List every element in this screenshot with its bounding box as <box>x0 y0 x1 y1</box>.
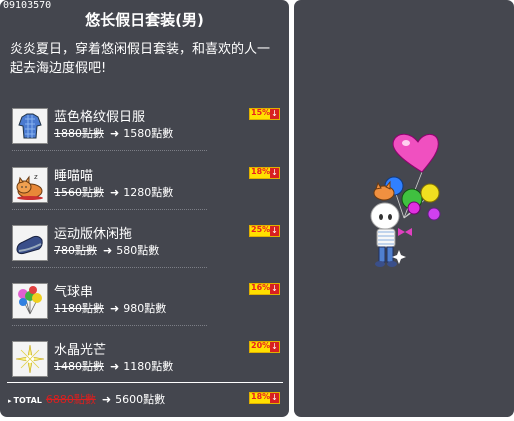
balloon-bunch-icon <box>12 283 48 319</box>
old-price: 1480點數 <box>54 360 104 373</box>
down-arrow-icon: ↓ <box>270 393 279 403</box>
package-info-panel: 09103570 悠长假日套装(男) 炎炎夏日，穿着悠闲假日套装，和喜欢的人一起… <box>0 0 289 417</box>
total-new-price: 5600點數 <box>115 393 166 406</box>
arrow-right-icon: ➜ <box>101 393 112 406</box>
divider <box>12 150 207 151</box>
down-arrow-icon: ↓ <box>270 284 279 294</box>
divider <box>12 267 207 268</box>
sleeping-cat-icon: z <box>12 167 48 203</box>
old-price: 1560點數 <box>54 186 104 199</box>
item-name: 水晶光芒 <box>54 343 107 358</box>
down-arrow-icon: ↓ <box>270 342 279 352</box>
discount-badge: 18% ↓ <box>249 167 280 179</box>
discount-badge: 15% ↓ <box>249 108 280 120</box>
item-name: 睡喵喵 <box>54 169 94 184</box>
divider <box>12 209 207 210</box>
character-preview-panel <box>294 0 514 417</box>
new-price: 1180點數 <box>123 360 174 373</box>
arrow-right-icon: ➜ <box>103 244 113 257</box>
down-arrow-icon: ↓ <box>270 168 279 178</box>
old-price: 1180點數 <box>54 302 104 315</box>
list-item: 水晶光芒 1480點數 ➜ 1180點數 20% ↓ <box>12 339 280 379</box>
item-name: 运动版休闲拖 <box>54 227 133 242</box>
total-row: ▸ TOTAL 6880點數 ➜ 5600點數 <box>8 391 165 407</box>
list-item: 气球串 1180點數 ➜ 980點數 16% ↓ <box>12 281 280 321</box>
list-item: z 睡喵喵 1560點數 ➜ 1280點數 18% ↓ <box>12 165 280 205</box>
discount-badge: 25% ↓ <box>249 225 280 237</box>
divider <box>12 325 207 326</box>
package-description: 炎炎夏日，穿着悠闲假日套装，和喜欢的人一起去海边度假吧! <box>10 42 271 76</box>
old-price: 1880點數 <box>54 127 104 140</box>
list-item: 运动版休闲拖 780點數 ➜ 580點數 25% ↓ <box>12 223 280 263</box>
package-title: 悠长假日套装(男) <box>85 11 204 29</box>
bullet-arrow-icon: ▸ <box>8 397 12 405</box>
total-old-price: 6880點數 <box>45 393 96 406</box>
new-price: 1280點數 <box>123 186 174 199</box>
svg-text:z: z <box>34 173 38 181</box>
item-name: 蓝色格纹假日服 <box>54 110 146 125</box>
down-arrow-icon: ↓ <box>270 226 279 236</box>
blue-plaid-shirt-icon <box>12 108 48 144</box>
character-preview-icon <box>370 133 441 267</box>
sneaker-icon <box>12 225 48 261</box>
total-label: TOTAL <box>13 396 42 405</box>
item-name: 气球串 <box>54 285 94 300</box>
list-item: 蓝色格纹假日服 1880點數 ➜ 1580點數 15% ↓ <box>12 106 280 146</box>
arrow-right-icon: ➜ <box>110 360 120 373</box>
total-discount-badge: 18% ↓ <box>249 392 280 404</box>
new-price: 1580點數 <box>123 127 174 140</box>
discount-badge: 20% ↓ <box>249 341 280 353</box>
crystal-sparkle-icon <box>12 341 48 377</box>
old-price: 780點數 <box>54 244 97 257</box>
arrow-right-icon: ➜ <box>110 186 120 199</box>
new-price: 980點數 <box>123 302 167 315</box>
arrow-right-icon: ➜ <box>110 302 120 315</box>
discount-badge: 16% ↓ <box>249 283 280 295</box>
arrow-right-icon: ➜ <box>110 127 120 140</box>
new-price: 580點數 <box>116 244 160 257</box>
down-arrow-icon: ↓ <box>270 109 279 119</box>
total-divider <box>7 382 283 383</box>
